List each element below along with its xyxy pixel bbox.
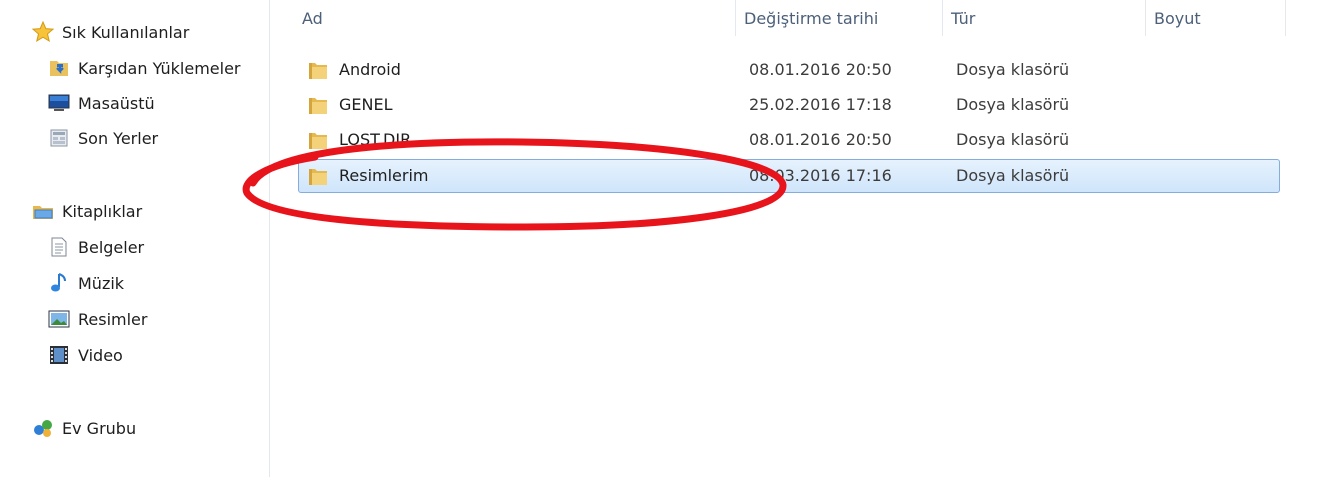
music-note-icon: [48, 273, 70, 293]
file-type: Dosya klasörü: [956, 60, 1070, 79]
file-name-cell: Android: [307, 54, 401, 86]
homegroup-icon: [32, 418, 54, 438]
file-row-genel[interactable]: GENEL 25.02.2016 17:18 Dosya klasörü: [298, 88, 1280, 122]
nav-item-label: Belgeler: [78, 237, 145, 257]
nav-homegroup[interactable]: Ev Grubu: [32, 414, 270, 442]
nav-item-music[interactable]: Müzik: [48, 269, 270, 297]
folder-icon: [307, 129, 329, 151]
file-name-cell: Resimlerim: [307, 160, 429, 192]
file-date: 08.01.2016 20:50: [749, 60, 892, 79]
pictures-icon: [48, 309, 70, 329]
column-header-size[interactable]: Boyut: [1146, 0, 1286, 36]
column-header-date[interactable]: Değiştirme tarihi: [736, 0, 943, 36]
nav-item-label: Video: [78, 345, 123, 365]
file-name-cell: LOST.DIR: [307, 124, 411, 156]
file-row-android[interactable]: Android 08.01.2016 20:50 Dosya klasörü: [298, 53, 1280, 87]
navigation-pane: Sık Kullanılanlar Karşıdan Yüklemeler Ma…: [0, 0, 270, 477]
folder-icon: [307, 59, 329, 81]
nav-item-documents[interactable]: Belgeler: [48, 233, 270, 261]
nav-libraries-label: Kitaplıklar: [62, 201, 143, 221]
file-row-resimlerim[interactable]: Resimlerim 08.03.2016 17:16 Dosya klasör…: [298, 159, 1280, 193]
file-date: 25.02.2016 17:18: [749, 95, 892, 114]
video-film-icon: [48, 345, 70, 365]
nav-libraries[interactable]: Kitaplıklar: [32, 197, 270, 225]
nav-item-label: Son Yerler: [78, 128, 159, 148]
column-header-name[interactable]: Ad: [294, 0, 736, 36]
nav-item-label: Masaüstü: [78, 93, 155, 113]
libraries-icon: [32, 201, 54, 221]
file-name: Android: [339, 60, 401, 79]
nav-homegroup-label: Ev Grubu: [62, 418, 137, 438]
desktop-icon: [48, 93, 70, 113]
recent-places-icon: [48, 128, 70, 148]
nav-item-label: Resimler: [78, 309, 148, 329]
file-name: Resimlerim: [339, 166, 429, 185]
file-date: 08.01.2016 20:50: [749, 130, 892, 149]
column-header-bar: Ad Değiştirme tarihi Tür Boyut: [270, 0, 1330, 36]
file-name: GENEL: [339, 95, 393, 114]
column-header-type[interactable]: Tür: [943, 0, 1146, 36]
file-name: LOST.DIR: [339, 130, 412, 149]
nav-item-recent-places[interactable]: Son Yerler: [48, 124, 270, 152]
file-row-lost-dir[interactable]: LOST.DIR 08.01.2016 20:50 Dosya klasörü: [298, 123, 1280, 157]
star-icon: [32, 21, 54, 43]
file-name-cell: GENEL: [307, 89, 393, 121]
file-type: Dosya klasörü: [956, 166, 1070, 185]
file-type: Dosya klasörü: [956, 95, 1070, 114]
nav-item-pictures[interactable]: Resimler: [48, 305, 270, 333]
file-date: 08.03.2016 17:16: [749, 166, 892, 185]
folder-icon: [307, 94, 329, 116]
nav-item-label: Müzik: [78, 273, 125, 293]
file-type: Dosya klasörü: [956, 130, 1070, 149]
nav-item-desktop[interactable]: Masaüstü: [48, 89, 270, 117]
nav-item-video[interactable]: Video: [48, 341, 270, 369]
folder-icon: [307, 165, 329, 187]
nav-favorites-label: Sık Kullanılanlar: [62, 22, 190, 42]
nav-item-label: Karşıdan Yüklemeler: [78, 58, 241, 78]
downloads-folder-icon: [48, 58, 70, 78]
nav-favorites[interactable]: Sık Kullanılanlar: [32, 18, 270, 46]
document-icon: [48, 237, 70, 257]
nav-item-downloads[interactable]: Karşıdan Yüklemeler: [48, 54, 270, 82]
